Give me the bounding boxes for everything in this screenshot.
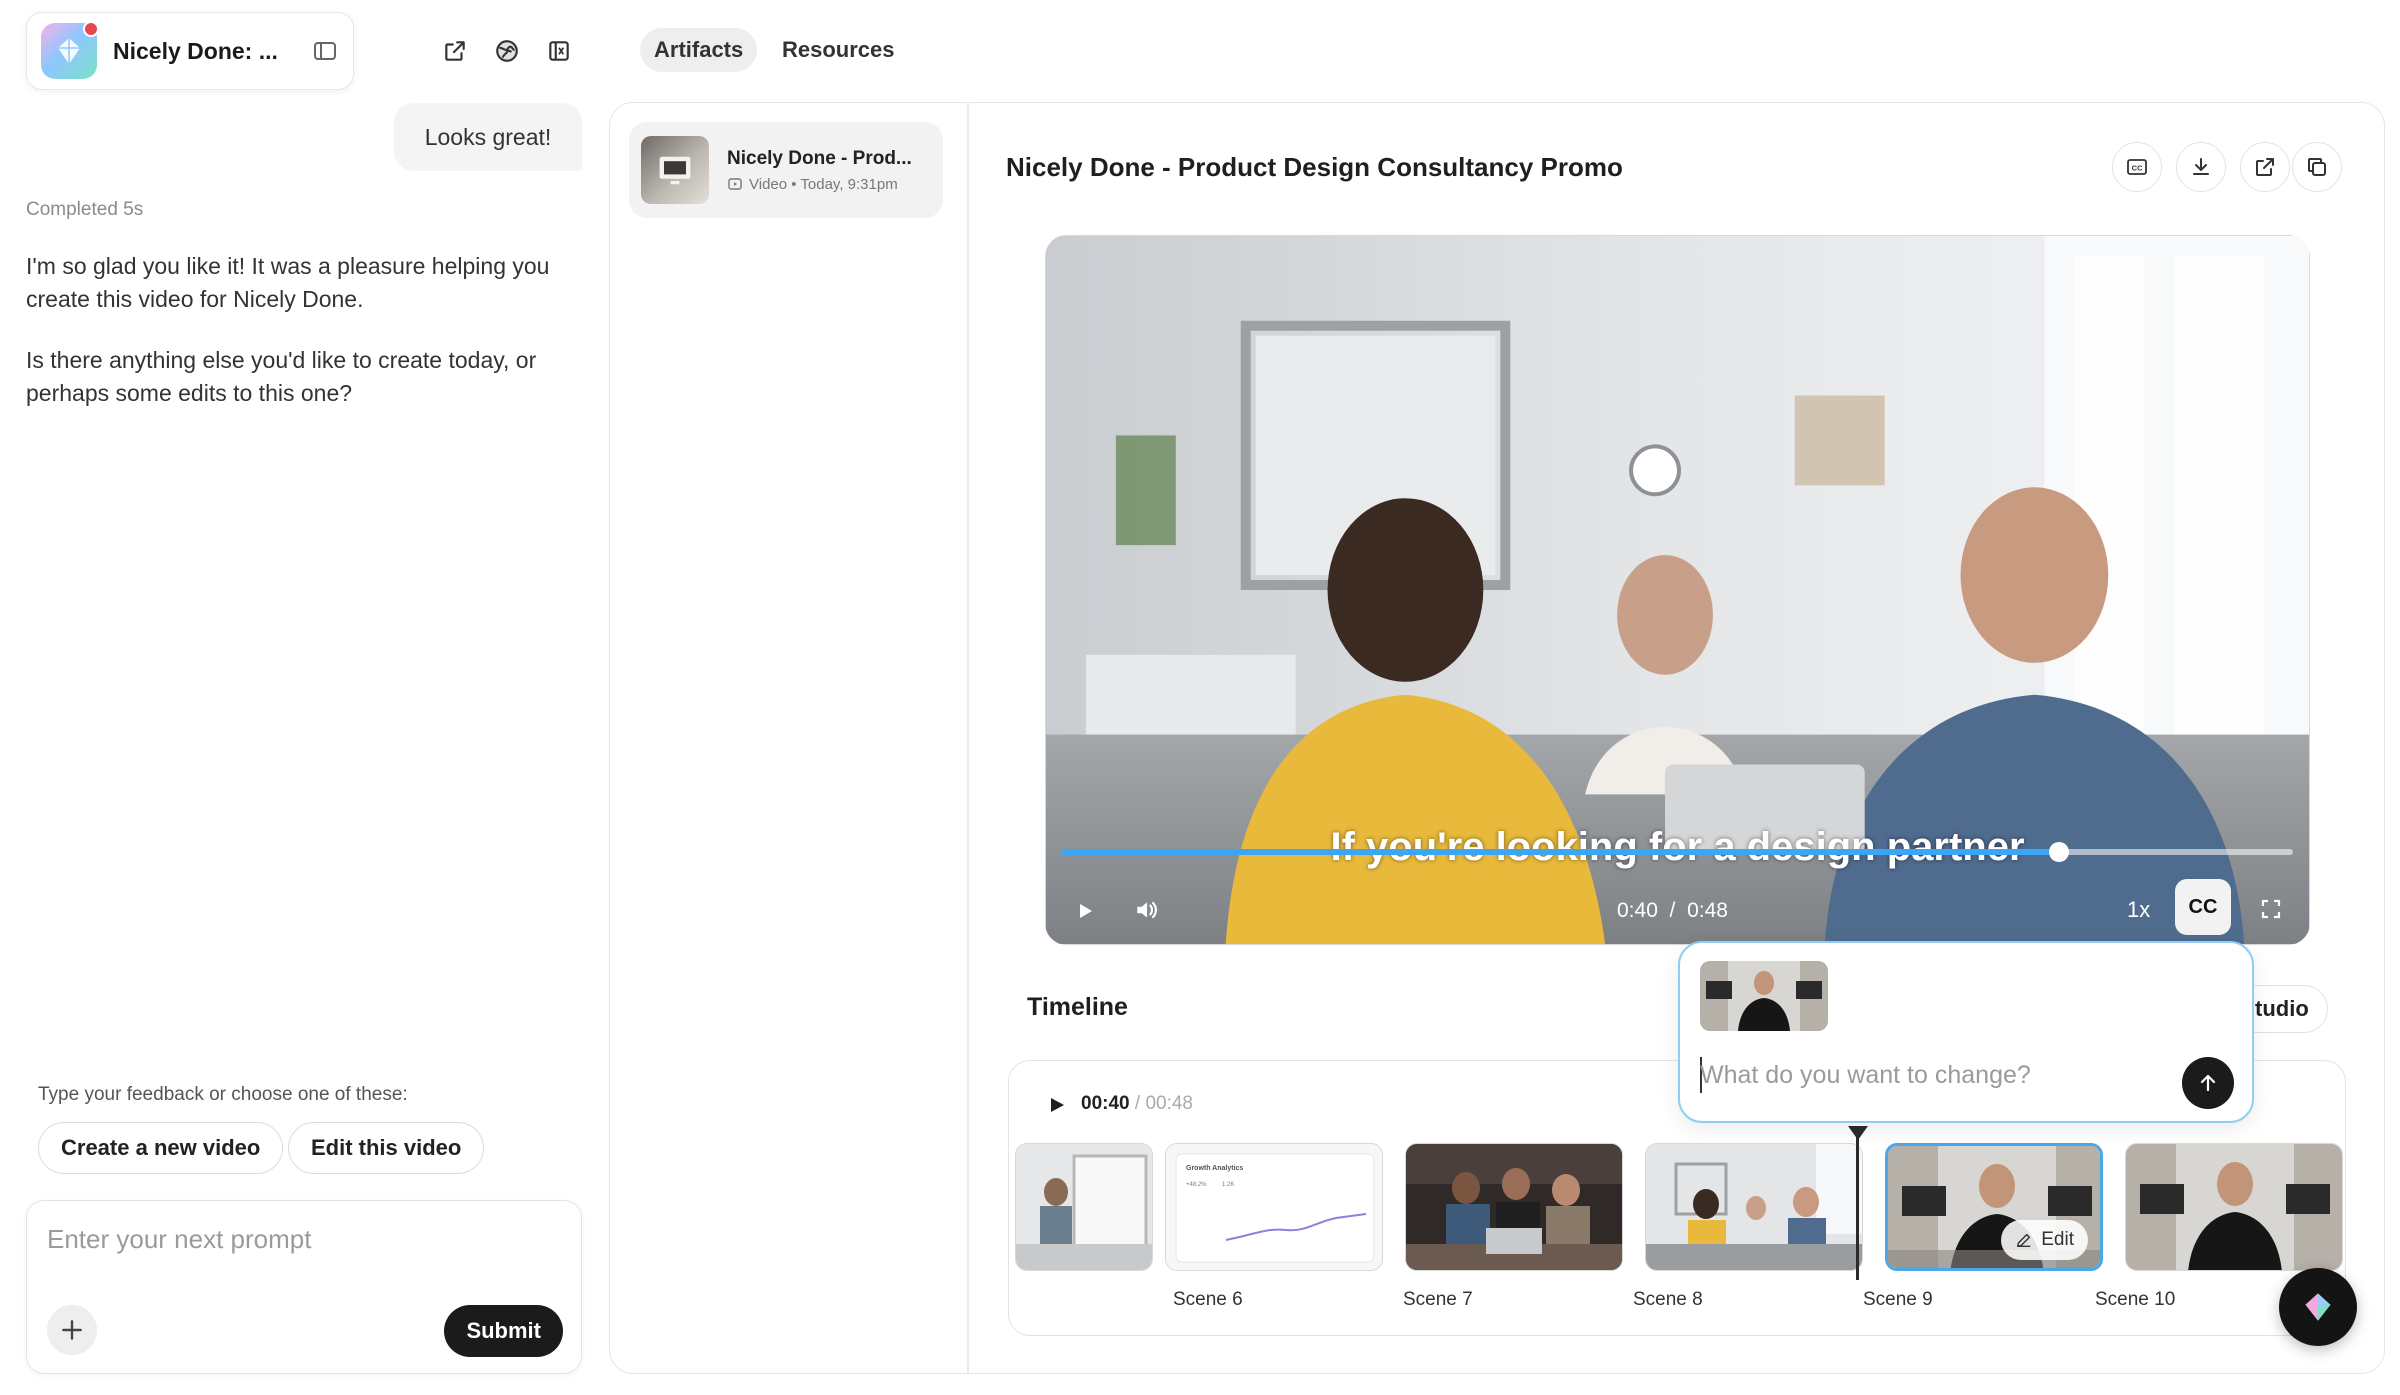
assistant-message: I'm so glad you like it! It was a pleasu… [26, 250, 566, 438]
selected-scene-thumbnail [1700, 961, 1828, 1031]
svg-text:CC: CC [2132, 164, 2143, 173]
scene-thumbnail: Growth Analytics +48.2% 1.2K [1166, 1144, 1382, 1270]
feedback-label: Type your feedback or choose one of thes… [38, 1084, 408, 1105]
video-title: Nicely Done - Product Design Consultancy… [1006, 152, 1623, 182]
scene6-stat: 1.2K [1222, 1182, 1234, 1188]
attach-button[interactable] [47, 1305, 97, 1355]
send-change-button[interactable] [2182, 1057, 2234, 1109]
prompt-box: Submit [26, 1200, 582, 1374]
arrow-up-icon [2200, 1074, 2216, 1092]
timeline-time: 00:40 / 00:48 [1081, 1093, 1193, 1115]
assistant-fab[interactable] [2279, 1268, 2357, 1346]
timeline-label: Timeline [1027, 993, 1128, 1021]
completion-status: Completed 5s [26, 199, 144, 220]
video-player[interactable]: If you're looking for a design partner 0… [1045, 235, 2310, 945]
assistant-paragraph: I'm so glad you like it! It was a pleasu… [26, 253, 550, 312]
scene-edit-button[interactable]: Edit [2001, 1220, 2088, 1260]
open-video-external-button[interactable] [2240, 142, 2290, 192]
project-name: Nicely Done: ... [113, 37, 278, 64]
scene-label: Scene 7 [1403, 1289, 1473, 1310]
captions-icon: CC [2127, 159, 2147, 175]
cc-toggle[interactable]: CC [2175, 879, 2231, 935]
artifact-meta: Video • Today, 9:31pm [749, 175, 898, 193]
app-logo-icon [41, 21, 99, 79]
open-external-icon[interactable] [440, 36, 470, 66]
create-new-video-chip[interactable]: Create a new video [38, 1122, 284, 1174]
prompt-input[interactable] [47, 1219, 547, 1259]
notification-dot [83, 21, 99, 37]
copy-icon [2308, 158, 2326, 176]
assistant-paragraph: Is there anything else you'd like to cre… [26, 347, 537, 406]
globe-icon[interactable] [492, 36, 522, 66]
timeline-scene-6[interactable]: Growth Analytics +48.2% 1.2K [1165, 1143, 1383, 1271]
book-icon[interactable] [544, 36, 574, 66]
video-time: 0:40 / 0:48 [1617, 899, 1728, 923]
artifact-card[interactable]: Nicely Done - Prod... Video • Today, 9:3… [629, 122, 943, 218]
scene6-chart-title: Growth Analytics [1186, 1165, 1243, 1172]
timeline-scene-5[interactable] [1015, 1143, 1153, 1271]
timeline-scene-10[interactable] [2125, 1143, 2343, 1271]
current-time: 0:40 [1617, 899, 1658, 922]
pencil-icon [2017, 1233, 2031, 1248]
play-icon[interactable] [1075, 901, 1095, 921]
download-icon [2193, 158, 2209, 175]
sidebar-toggle-icon[interactable] [311, 37, 339, 65]
artifact-title: Nicely Done - Prod... [727, 147, 912, 169]
scene-thumbnail [2126, 1144, 2342, 1270]
progress-bar[interactable] [1061, 842, 2293, 862]
time-separator: / [1669, 899, 1676, 922]
submit-button[interactable]: Submit [444, 1305, 563, 1357]
scene-thumbnail [1016, 1144, 1152, 1270]
scene6-stat: +48.2% [1186, 1182, 1207, 1188]
fullscreen-icon[interactable] [2259, 897, 2283, 921]
video-subtitle: If you're looking for a design partner [1330, 825, 2025, 869]
artifact-thumbnail [641, 136, 709, 204]
scene-label: Scene 8 [1633, 1289, 1703, 1310]
progress-handle[interactable] [2048, 842, 2069, 862]
scene-label: Scene 10 [2095, 1289, 2176, 1310]
scene-edit-popover [1678, 941, 2254, 1123]
timeline-scene-9[interactable]: Edit [1885, 1143, 2103, 1271]
video-duration: 0:48 [1687, 899, 1728, 922]
open-external-icon [2256, 158, 2274, 176]
playhead[interactable] [1856, 1132, 1859, 1280]
user-message-bubble: Looks great! [394, 103, 582, 171]
change-request-input[interactable] [1700, 1055, 2170, 1095]
tab-resources[interactable]: Resources [768, 28, 909, 72]
timeline-total-time: / 00:48 [1134, 1093, 1193, 1114]
timeline-play-icon[interactable] [1047, 1095, 1067, 1120]
tab-artifacts[interactable]: Artifacts [640, 28, 758, 72]
plus-icon [62, 1320, 82, 1340]
edit-label: Edit [2041, 1229, 2074, 1250]
playback-speed[interactable]: 1x [2127, 897, 2150, 923]
video-icon [728, 178, 742, 190]
panel-divider [967, 103, 969, 1373]
progress-fill [1061, 849, 2059, 855]
app-logo-icon [2305, 1293, 2331, 1321]
edit-this-video-chip[interactable]: Edit this video [288, 1122, 485, 1174]
captions-button[interactable]: CC [2112, 142, 2162, 192]
scene-label: Scene 6 [1173, 1289, 1243, 1310]
scene-label: Scene 9 [1863, 1289, 1933, 1310]
volume-icon[interactable] [1133, 897, 1159, 923]
scene-thumbnail [1646, 1144, 1862, 1270]
video-controls: 0:40 / 0:48 1x CC [1045, 875, 2310, 945]
timeline-scene-8[interactable] [1645, 1143, 1863, 1271]
download-button[interactable] [2176, 142, 2226, 192]
copy-button[interactable] [2292, 142, 2342, 192]
timeline-current-time: 00:40 [1081, 1093, 1130, 1114]
project-switcher[interactable]: Nicely Done: ... [26, 12, 354, 90]
timeline-scene-7[interactable] [1405, 1143, 1623, 1271]
scene-thumbnail [1406, 1144, 1622, 1270]
